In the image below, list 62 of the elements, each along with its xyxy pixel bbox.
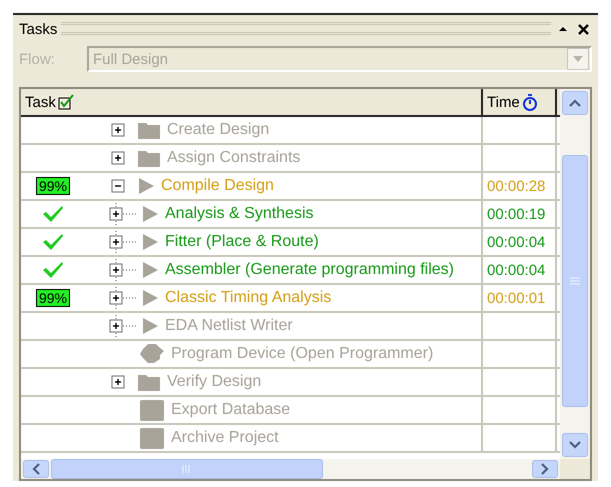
horizontal-scrollbar[interactable] [21, 459, 560, 479]
task-label[interactable]: EDA Netlist Writer [165, 317, 293, 335]
vertical-scrollbar[interactable] [560, 89, 590, 459]
triangle-up-icon [558, 25, 568, 33]
stopwatch-icon [522, 93, 538, 111]
task-time: 00:00:01 [487, 290, 546, 306]
collapse-icon[interactable] [111, 179, 125, 193]
time-column-header[interactable]: Time [483, 89, 557, 115]
progress-badge: 99% [36, 289, 70, 307]
task-label[interactable]: Assembler (Generate programming files) [165, 261, 454, 279]
panel-grip[interactable] [61, 22, 551, 34]
task-label[interactable]: Assign Constraints [167, 149, 300, 167]
expand-icon[interactable] [111, 375, 125, 389]
task-label[interactable]: Archive Project [171, 429, 279, 447]
chevron-right-icon [541, 463, 549, 475]
task-label[interactable]: Classic Timing Analysis [165, 289, 332, 307]
play-icon [141, 289, 159, 307]
task-time: 00:00:19 [487, 206, 546, 222]
square-icon [139, 399, 165, 421]
expand-icon[interactable] [109, 229, 139, 255]
folder-icon [137, 148, 161, 168]
expand-icon[interactable] [109, 285, 139, 311]
task-label[interactable]: Verify Design [167, 373, 262, 391]
expand-icon[interactable] [109, 257, 139, 283]
scrollbar-corner [560, 459, 590, 479]
expand-icon[interactable] [109, 201, 139, 227]
chevron-up-icon [569, 99, 581, 107]
chevron-left-icon [32, 463, 40, 475]
task-time: 00:00:04 [487, 234, 546, 250]
expand-icon[interactable] [111, 123, 125, 137]
scroll-down-button[interactable] [562, 433, 588, 457]
task-label[interactable]: Export Database [171, 401, 290, 419]
play-icon [141, 317, 159, 335]
play-icon [141, 205, 159, 223]
play-icon [137, 177, 155, 195]
task-label[interactable]: Compile Design [161, 177, 274, 195]
scroll-thumb[interactable] [51, 459, 323, 479]
play-icon [141, 233, 159, 251]
expand-icon[interactable] [109, 313, 139, 339]
dropdown-arrow-icon [573, 56, 583, 62]
progress-badge: 99% [36, 177, 70, 195]
task-label[interactable]: Analysis & Synthesis [165, 205, 314, 223]
checkbox-icon [58, 94, 74, 110]
task-column-header[interactable]: Task [21, 89, 483, 115]
task-label[interactable]: Program Device (Open Programmer) [171, 345, 434, 363]
scroll-up-button[interactable] [562, 91, 588, 115]
close-button[interactable] [575, 24, 592, 34]
task-label[interactable]: Fitter (Place & Route) [165, 233, 319, 251]
task-time: 00:00:04 [487, 262, 546, 278]
scroll-thumb[interactable] [562, 155, 588, 407]
scroll-right-button[interactable] [532, 460, 558, 478]
folder-icon [137, 120, 161, 140]
panel-title: Tasks [19, 20, 58, 38]
play-icon [141, 261, 159, 279]
expand-icon[interactable] [111, 151, 125, 165]
folder-icon [137, 372, 161, 392]
task-label[interactable]: Create Design [167, 121, 270, 139]
programmer-icon [139, 343, 165, 365]
scroll-left-button[interactable] [23, 460, 49, 478]
chevron-down-icon [569, 441, 581, 449]
square-icon [139, 427, 165, 449]
task-time: 00:00:28 [487, 178, 546, 194]
